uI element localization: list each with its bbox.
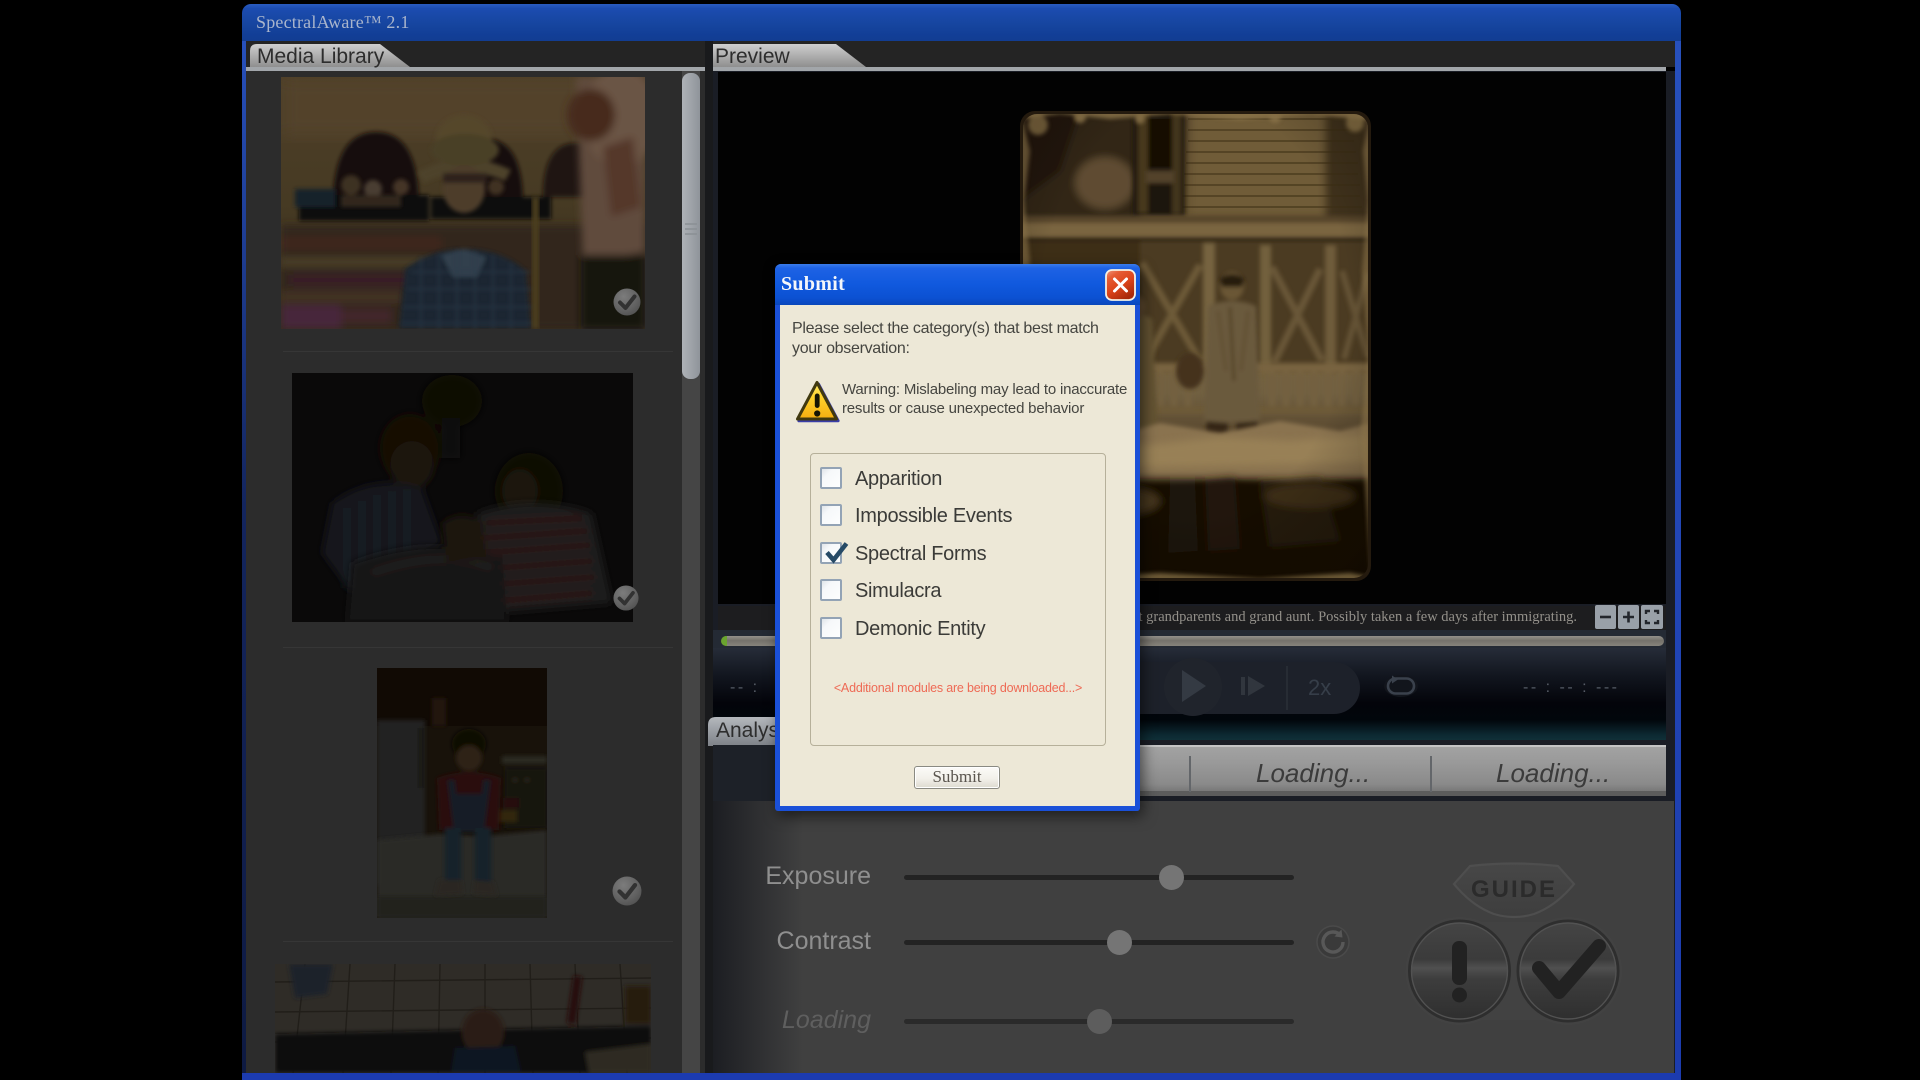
svg-text:GUIDE: GUIDE <box>1471 876 1557 903</box>
